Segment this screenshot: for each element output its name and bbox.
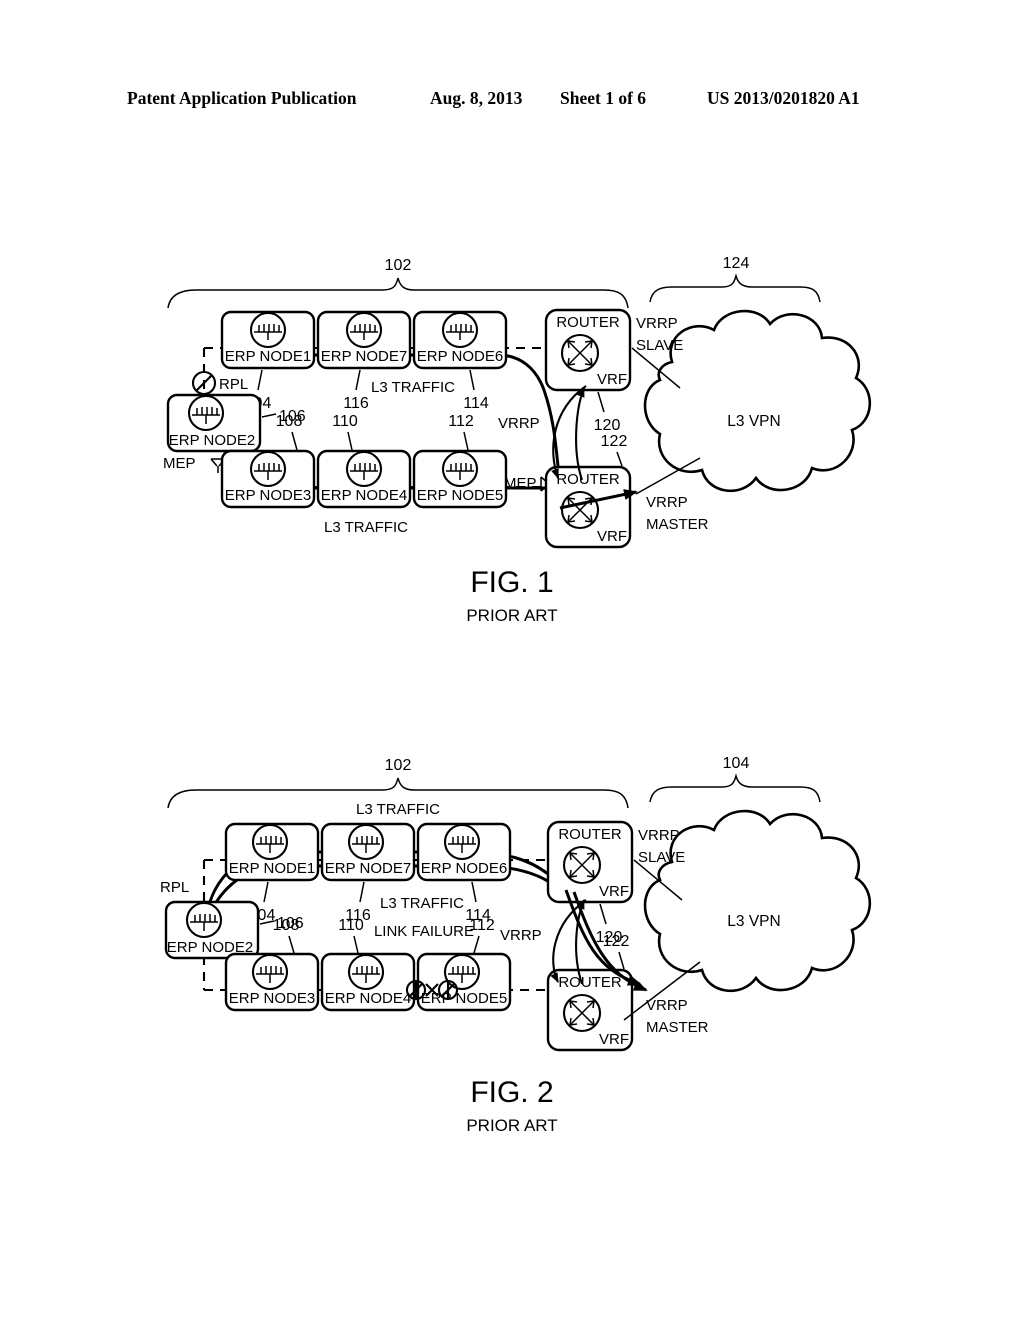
- figure-caption: FIG. 2: [470, 1076, 553, 1109]
- router-vrrp-master: ROUTER VRF 122: [546, 933, 634, 1052]
- vrrp-master-line1: VRRP: [646, 997, 688, 1014]
- node-erp-node4: ERP NODE4 110: [316, 413, 412, 509]
- ring-ref-label: 102: [385, 757, 412, 774]
- router-label: ROUTER: [558, 974, 622, 991]
- node-erp-node6: ERP NODE6 114: [412, 310, 508, 412]
- figure-1: 102 124 ERP NODE1 ERP NODE7 116 ERP NODE…: [163, 255, 872, 625]
- node-ref: 112: [448, 413, 474, 430]
- vrrp-master-label: VRRP MASTER: [646, 494, 709, 533]
- node-ref: 110: [338, 917, 364, 934]
- node-label: ERP NODE1: [225, 348, 311, 365]
- rpl-label: RPL: [219, 376, 248, 393]
- node-erp-node7: ERP NODE7 116: [316, 310, 412, 412]
- figure-caption: FIG. 1: [470, 566, 553, 599]
- ring-ref-label: 102: [385, 257, 412, 274]
- l3-traffic-above-label: L3 TRAFFIC: [356, 801, 440, 818]
- ring-brace: 102: [167, 257, 629, 309]
- vrrp-master-line2: MASTER: [646, 1019, 709, 1036]
- node-label: ERP NODE7: [321, 348, 407, 365]
- router-vrrp-slave: ROUTER VRF 120: [544, 308, 632, 434]
- router-ref: 122: [603, 933, 630, 950]
- node-ref: 110: [332, 413, 358, 430]
- node-ref: 116: [343, 395, 369, 412]
- figure-caption-sub: PRIOR ART: [466, 606, 557, 625]
- node-label: ERP NODE4: [325, 990, 411, 1007]
- vrf-label: VRF: [599, 883, 629, 900]
- cloud-brace: 124: [649, 255, 821, 303]
- router-label: ROUTER: [558, 826, 622, 843]
- link-failure-label: LINK FAILURE: [374, 923, 474, 940]
- rpl-blocked-symbol: RPL: [191, 370, 248, 396]
- l3-traffic-top-label: L3 TRAFFIC: [371, 379, 455, 396]
- mep-left-label: MEP: [163, 455, 196, 472]
- node-label: ERP NODE4: [321, 487, 407, 504]
- vrrp-label: VRRP: [498, 415, 540, 432]
- vrrp-slave-line1: VRRP: [638, 827, 680, 844]
- node-label: ERP NODE6: [421, 860, 507, 877]
- patent-drawing-page: Patent Application Publication Aug. 8, 2…: [0, 0, 1024, 1320]
- vrrp-slave-label: VRRP SLAVE: [636, 315, 683, 354]
- vrrp-label: VRRP: [500, 927, 542, 944]
- mep-left-marker: MEP: [163, 455, 226, 473]
- cloud-ref-label: 124: [723, 255, 750, 272]
- l3-traffic-mid-label: L3 TRAFFIC: [380, 895, 464, 912]
- node-label: ERP NODE5: [417, 487, 503, 504]
- node-label: ERP NODE6: [417, 348, 503, 365]
- vrf-label: VRF: [597, 371, 627, 388]
- node-label: ERP NODE3: [229, 990, 315, 1007]
- vrf-label: VRF: [599, 1031, 629, 1048]
- vrrp-slave-line1: VRRP: [636, 315, 678, 332]
- vrrp-master-line1: VRRP: [646, 494, 688, 511]
- header-patent-number: US 2013/0201820 A1: [707, 88, 860, 108]
- header-date: Aug. 8, 2013: [430, 88, 523, 108]
- router-ref: 122: [601, 433, 628, 450]
- rpl-label: RPL: [160, 879, 189, 896]
- node-ref: 114: [463, 395, 489, 412]
- vrrp-master-label: VRRP MASTER: [646, 997, 709, 1036]
- l3-traffic-bottom-label: L3 TRAFFIC: [324, 519, 408, 536]
- router-ref: 120: [594, 417, 621, 434]
- node-ref: 108: [276, 413, 303, 430]
- node-label: ERP NODE2: [169, 432, 255, 449]
- figure-caption-sub: PRIOR ART: [466, 1116, 557, 1135]
- vrrp-slave-line2: SLAVE: [638, 849, 685, 866]
- cloud-brace: 104: [649, 755, 821, 803]
- figure-2: 102 104 L3 TRAFFIC ERP NODE1 104 ERP NOD…: [160, 755, 872, 1135]
- header-sheet-number: Sheet 1 of 6: [560, 88, 647, 108]
- page-header: Patent Application Publication Aug. 8, 2…: [0, 88, 1024, 114]
- cloud-label: L3 VPN: [727, 913, 780, 930]
- router-label: ROUTER: [556, 314, 620, 331]
- vrf-label: VRF: [597, 528, 627, 545]
- node-erp-node5: ERP NODE5 112: [412, 413, 508, 509]
- node-label: ERP NODE3: [225, 487, 311, 504]
- vrrp-master-line2: MASTER: [646, 516, 709, 533]
- node-label: ERP NODE1: [229, 860, 315, 877]
- vrrp-slave-line2: SLAVE: [636, 337, 683, 354]
- header-publication: Patent Application Publication: [127, 88, 357, 108]
- node-ref: 108: [273, 917, 300, 934]
- cloud-ref-label: 104: [723, 755, 750, 772]
- cloud-label: L3 VPN: [727, 413, 780, 430]
- router-label: ROUTER: [556, 471, 620, 488]
- node-label: ERP NODE7: [325, 860, 411, 877]
- mep-right-label: MEP: [504, 475, 537, 492]
- router-vrrp-master: ROUTER VRF 122: [544, 433, 632, 549]
